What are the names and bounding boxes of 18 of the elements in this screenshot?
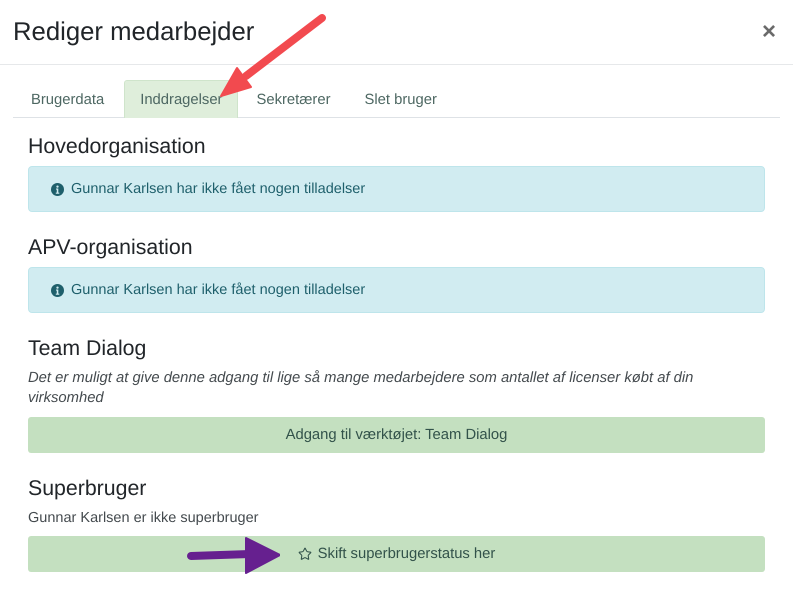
section-heading: Superbruger <box>28 475 148 501</box>
section-heading: APV-organisation <box>28 234 194 260</box>
tab[interactable]: Slet bruger <box>362 80 440 118</box>
tab[interactable]: Inddragelser <box>124 80 238 118</box>
alert-message: Gunnar Karlsen har ikke fået nogen tilladelser <box>71 181 366 197</box>
dialog-title: Rediger medarbejder <box>13 18 254 46</box>
info-icon <box>51 284 64 296</box>
action-button[interactable]: Skift superbrugerstatus her <box>28 536 765 572</box>
info-icon <box>51 182 64 196</box>
tab[interactable]: Brugerdata <box>28 80 108 118</box>
tab[interactable]: Sekretærer <box>253 80 334 118</box>
status-note: Gunnar Karlsen er ikke superbruger <box>28 509 260 528</box>
section-heading: Team Dialog <box>28 335 148 361</box>
alert-message: Gunnar Karlsen har ikke fået nogen tilladelser <box>71 282 366 298</box>
section-description: Det er muligt at give denne adgang til lige så mange medarbejdere som antallet af licenser købt af din virksomhed <box>28 369 694 408</box>
action-button[interactable]: Adgang til værktøjet: Team Dialog <box>28 417 765 453</box>
section-heading: Hovedorganisation <box>28 133 207 159</box>
close-button[interactable]: × <box>758 20 780 44</box>
